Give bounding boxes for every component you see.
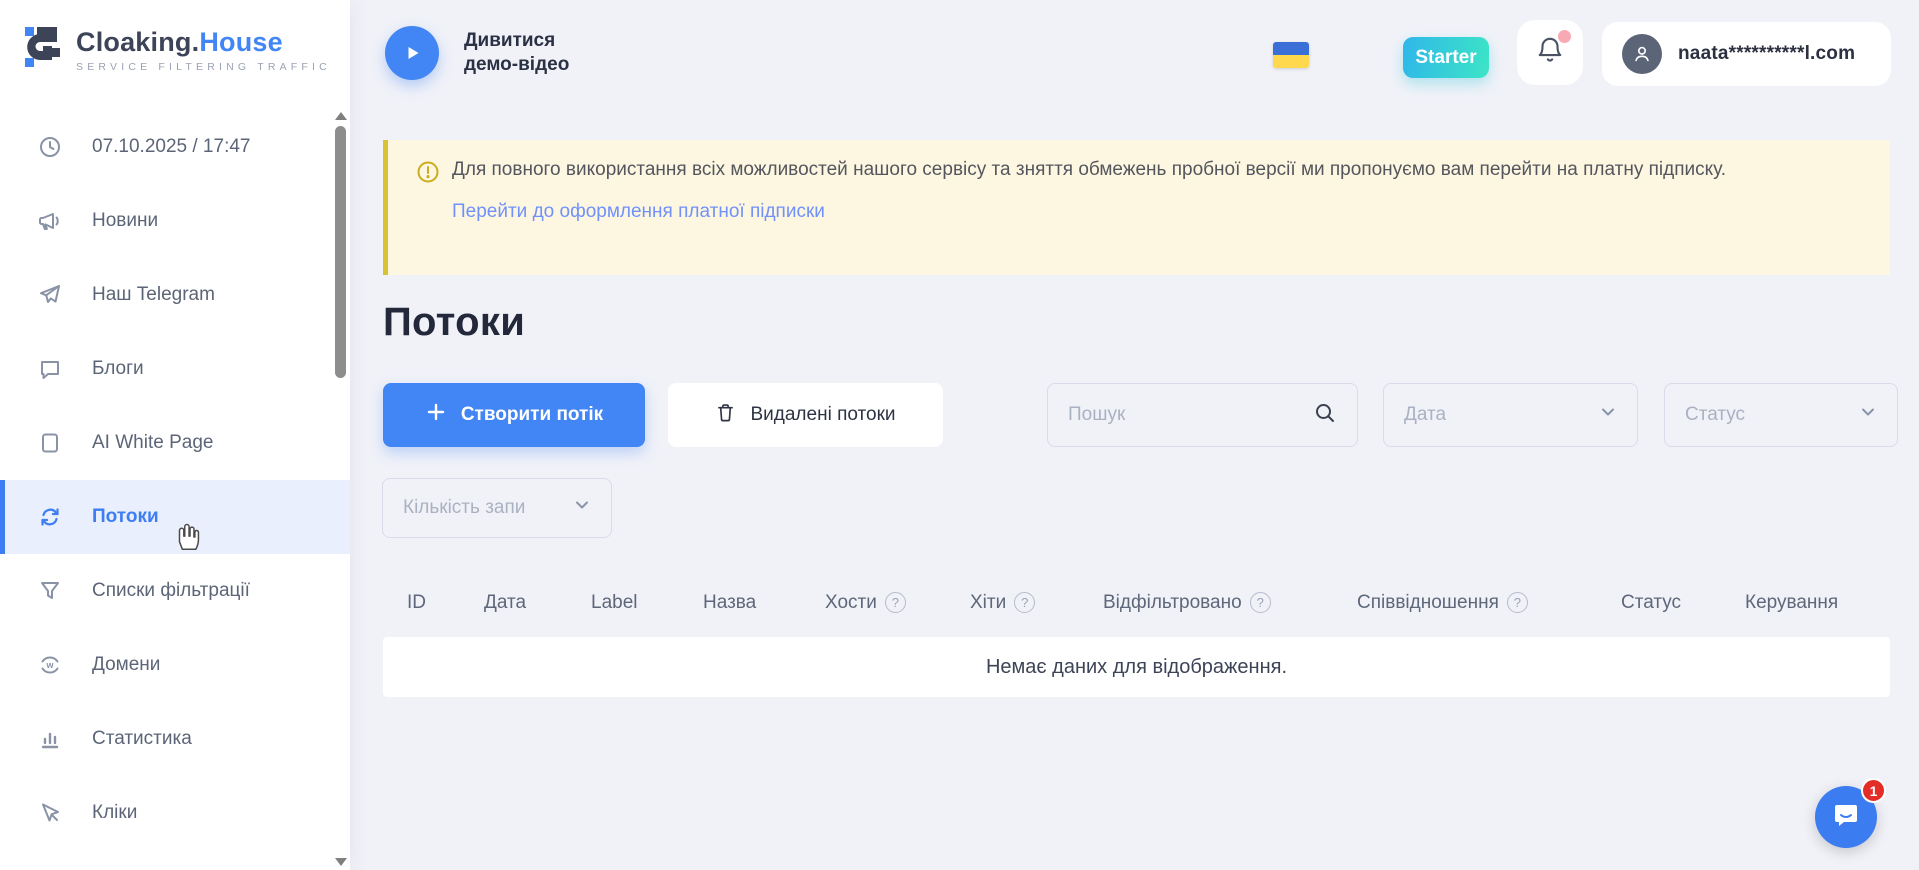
chat-smile-icon xyxy=(1831,800,1861,835)
per-page-select[interactable]: Кількість запи xyxy=(382,478,612,538)
date-filter-select[interactable]: Дата xyxy=(1383,383,1638,447)
chat-unread-badge: 1 xyxy=(1861,778,1886,803)
column-header-name: Назва xyxy=(703,592,825,614)
table-empty-state: Немає даних для відображення. xyxy=(383,637,1890,697)
sidebar-item-label: Блоги xyxy=(92,358,144,380)
notification-dot xyxy=(1558,30,1571,43)
sidebar-item-datetime: 07.10.2025 / 17:47 xyxy=(0,110,350,184)
help-icon[interactable]: ? xyxy=(1250,592,1271,613)
chevron-down-icon xyxy=(1599,403,1617,427)
telegram-icon xyxy=(37,282,63,308)
brand-logo[interactable]: Cloaking.House SERVICE FILTERING TRAFFIC xyxy=(24,24,331,75)
sidebar-item-telegram[interactable]: Наш Telegram xyxy=(0,258,350,332)
sidebar-item-label: Домени xyxy=(92,654,160,676)
brand-logo-icon xyxy=(24,24,64,75)
svg-text:w: w xyxy=(45,660,54,670)
user-avatar xyxy=(1622,34,1662,74)
per-page-label: Кількість запи xyxy=(403,497,525,519)
sync-icon xyxy=(37,504,63,530)
deleted-streams-label: Видалені потоки xyxy=(750,404,895,426)
warning-icon xyxy=(416,160,440,189)
column-header-id: ID xyxy=(407,592,484,614)
demo-video-button[interactable]: Дивитися демо-відео xyxy=(385,26,599,80)
brand-tagline: SERVICE FILTERING TRAFFIC xyxy=(76,61,331,73)
scrollbar-up-arrow[interactable] xyxy=(335,112,347,120)
sidebar-item-filter-lists[interactable]: Списки фільтрації xyxy=(0,554,350,628)
sidebar-menu: 07.10.2025 / 17:47 Новини Наш Telegram Б… xyxy=(0,110,350,850)
upgrade-subscription-link[interactable]: Перейти до оформлення платної підписки xyxy=(452,201,825,223)
deleted-streams-button[interactable]: Видалені потоки xyxy=(668,383,943,447)
sidebar-scrollbar xyxy=(334,96,348,870)
demo-video-label: Дивитися демо-відео xyxy=(464,29,599,77)
notifications-button[interactable] xyxy=(1517,20,1583,85)
create-stream-label: Створити потік xyxy=(461,404,603,426)
search-icon[interactable] xyxy=(1313,401,1337,430)
sidebar-item-blogs[interactable]: Блоги xyxy=(0,332,350,406)
sidebar: Cloaking.House SERVICE FILTERING TRAFFIC… xyxy=(0,0,350,870)
column-header-ratio: Співвідношення? xyxy=(1357,592,1621,614)
play-icon[interactable] xyxy=(385,26,439,80)
sidebar-item-label: Потоки xyxy=(92,506,159,528)
help-icon[interactable]: ? xyxy=(1014,592,1035,613)
sidebar-item-statistics[interactable]: Статистика xyxy=(0,702,350,776)
chevron-down-icon xyxy=(573,496,591,520)
sidebar-item-news[interactable]: Новини xyxy=(0,184,350,258)
page-title: Потоки xyxy=(383,300,525,345)
domain-icon: w xyxy=(37,652,63,678)
trash-icon xyxy=(715,402,736,429)
bell-icon xyxy=(1535,52,1565,69)
page-icon xyxy=(37,430,63,456)
column-header-actions: Керування xyxy=(1745,592,1883,614)
sidebar-item-label: Кліки xyxy=(92,802,137,824)
column-header-status: Статус xyxy=(1621,592,1745,614)
create-stream-button[interactable]: Створити потік xyxy=(383,383,645,447)
banner-message: Для повного використання всіх можливосте… xyxy=(452,157,1780,184)
search-input[interactable] xyxy=(1068,404,1313,426)
scrollbar-thumb[interactable] xyxy=(335,126,346,378)
status-filter-select[interactable]: Статус xyxy=(1664,383,1898,447)
user-email: naata**********l.com xyxy=(1678,43,1855,65)
date-filter-label: Дата xyxy=(1404,404,1446,426)
plus-icon xyxy=(425,401,447,429)
mouse-cursor xyxy=(172,522,202,557)
help-icon[interactable]: ? xyxy=(885,592,906,613)
sidebar-item-ai-white-page[interactable]: AI White Page xyxy=(0,406,350,480)
bar-chart-icon xyxy=(37,726,63,752)
search-field xyxy=(1047,383,1358,447)
sidebar-item-label: Статистика xyxy=(92,728,192,750)
sidebar-item-label: Наш Telegram xyxy=(92,284,215,306)
sidebar-item-label: AI White Page xyxy=(92,432,213,454)
column-header-filtered: Відфільтровано? xyxy=(1103,592,1357,614)
main-content: Дивитися демо-відео Starter naata*******… xyxy=(350,0,1919,870)
column-header-hosts: Хости? xyxy=(825,592,970,614)
sidebar-item-clicks[interactable]: Кліки xyxy=(0,776,350,850)
megaphone-icon xyxy=(37,208,63,234)
status-filter-label: Статус xyxy=(1685,404,1745,426)
sidebar-item-domains[interactable]: w Домени xyxy=(0,628,350,702)
plan-badge[interactable]: Starter xyxy=(1403,37,1489,78)
trial-warning-banner: Для повного використання всіх можливосте… xyxy=(383,140,1890,275)
scrollbar-down-arrow[interactable] xyxy=(335,858,347,866)
sidebar-item-label: 07.10.2025 / 17:47 xyxy=(92,136,250,158)
cursor-icon xyxy=(37,800,63,826)
language-flag-ukraine[interactable] xyxy=(1273,42,1309,68)
sidebar-item-label: Списки фільтрації xyxy=(92,580,250,602)
column-header-date: Дата xyxy=(484,592,591,614)
user-account-button[interactable]: naata**********l.com xyxy=(1602,22,1891,86)
column-header-label: Label xyxy=(591,592,703,614)
chat-bubble-icon xyxy=(37,356,63,382)
help-icon[interactable]: ? xyxy=(1507,592,1528,613)
chevron-down-icon xyxy=(1859,403,1877,427)
streams-table-header: ID Дата Label Назва Хости? Хіти? Відфіль… xyxy=(383,575,1890,630)
brand-name: Cloaking.House xyxy=(76,27,331,58)
column-header-hits: Хіти? xyxy=(970,592,1103,614)
funnel-icon xyxy=(37,578,63,604)
app-screen: Cloaking.House SERVICE FILTERING TRAFFIC… xyxy=(0,0,1919,870)
sidebar-item-label: Новини xyxy=(92,210,158,232)
clock-icon xyxy=(37,134,63,160)
